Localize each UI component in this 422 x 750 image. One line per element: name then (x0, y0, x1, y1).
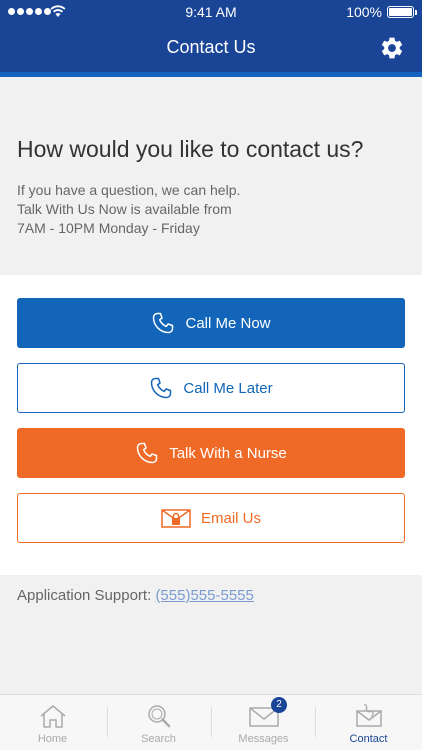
phone-icon (151, 377, 172, 399)
tab-label: Messages (238, 733, 289, 745)
phone-icon (153, 312, 174, 334)
description-line: Talk With Us Now is available from (17, 201, 232, 217)
status-bar: 9:41 AM 100% (0, 0, 422, 24)
contact-description: If you have a question, we can help. Tal… (17, 181, 377, 238)
application-support: Application Support: (555)555-5555 (17, 587, 254, 604)
call-me-later-label: Call Me Later (183, 379, 273, 397)
tab-messages[interactable]: 2 Messages (211, 695, 316, 750)
description-line: If you have a question, we can help. (17, 182, 241, 198)
call-me-now-button[interactable]: Call Me Now (17, 298, 405, 348)
intro-section: How would you like to contact us? If you… (0, 77, 422, 275)
messages-badge: 2 (271, 697, 287, 713)
contact-icon (355, 704, 382, 727)
tab-home[interactable]: Home (0, 695, 105, 750)
phone-icon (136, 442, 158, 464)
email-us-label: Email Us (200, 509, 261, 527)
talk-with-nurse-button[interactable]: Talk With a Nurse (17, 428, 405, 478)
tab-search[interactable]: Search (106, 695, 211, 750)
tab-bar: Home Search 2 Messages Contact (0, 694, 422, 750)
home-icon (40, 705, 65, 728)
tab-contact[interactable]: Contact (316, 695, 421, 750)
tab-label: Search (141, 733, 176, 745)
tab-label: Contact (349, 733, 388, 745)
search-icon (147, 705, 170, 728)
call-me-now-label: Call Me Now (185, 314, 271, 332)
nav-bar: Contact Us (0, 24, 422, 72)
contact-heading: How would you like to contact us? (17, 136, 364, 162)
talk-with-nurse-label: Talk With a Nurse (169, 444, 287, 462)
tab-label: Home (37, 733, 68, 745)
secure-mail-icon (161, 509, 191, 528)
contact-options: Call Me Now Call Me Later Talk With a Nu… (0, 275, 422, 575)
support-label: Application Support: (17, 587, 152, 604)
email-us-button[interactable]: Email Us (17, 493, 405, 543)
gear-icon[interactable] (379, 35, 405, 61)
page-title: Contact Us (166, 37, 256, 57)
description-line: 7AM - 10PM Monday - Friday (17, 220, 200, 236)
battery-icon (387, 6, 417, 18)
battery-percentage: 100% (346, 4, 382, 20)
support-phone-link[interactable]: (555)555-5555 (155, 587, 253, 604)
call-me-later-button[interactable]: Call Me Later (17, 363, 405, 413)
